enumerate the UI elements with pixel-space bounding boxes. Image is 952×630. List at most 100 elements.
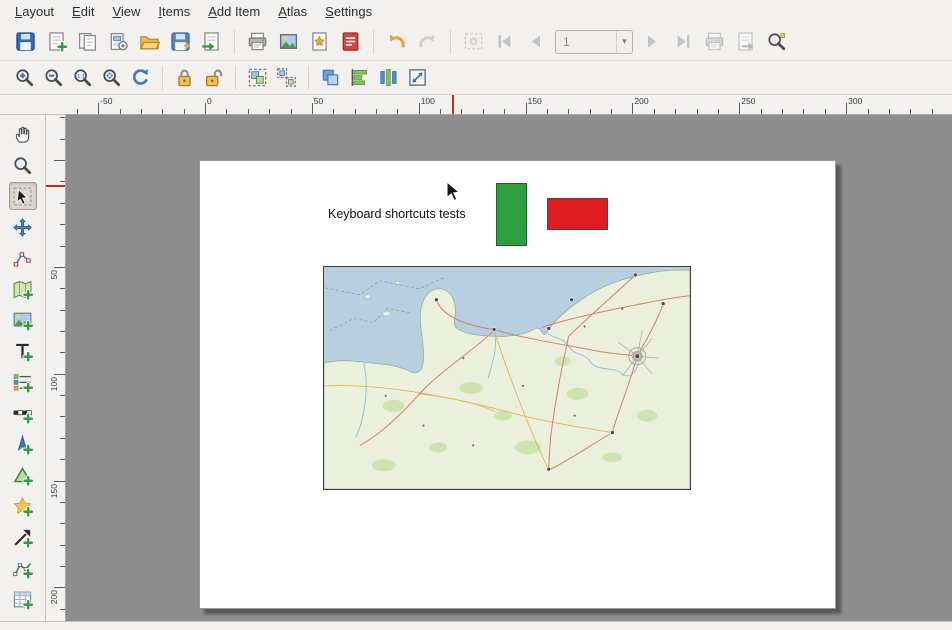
- ruler-tick: [60, 224, 65, 225]
- atlas-prev-icon: [525, 31, 546, 52]
- select-move-item-button[interactable]: [9, 182, 37, 210]
- add-scalebar-button[interactable]: [9, 399, 37, 427]
- print-button[interactable]: [243, 27, 272, 56]
- pan-layout-button[interactable]: [9, 120, 37, 148]
- zoom-actual-button[interactable]: 1:1: [69, 64, 96, 91]
- atlas-settings-button[interactable]: [762, 27, 791, 56]
- ruler-tick: [120, 109, 121, 114]
- save-as-template-button[interactable]: [166, 27, 195, 56]
- layout-manager-button[interactable]: [104, 27, 133, 56]
- menu-view[interactable]: View: [103, 1, 149, 22]
- save-project-button[interactable]: [11, 27, 40, 56]
- toolbar-separator: [450, 30, 451, 54]
- cursor-position-marker: [452, 95, 454, 114]
- atlas-page-spinbox: 1▾: [555, 30, 633, 54]
- map-france-northwest: [324, 267, 690, 489]
- menu-settings[interactable]: Settings: [316, 1, 381, 22]
- ruler-label: 100: [49, 377, 59, 391]
- unlock-all-items-button[interactable]: [200, 64, 227, 91]
- zoom-full-button[interactable]: [98, 64, 125, 91]
- ruler-tick: [60, 416, 65, 417]
- add-arrow-icon: [12, 527, 33, 548]
- ruler-tick: [248, 109, 249, 114]
- export-image-icon: [278, 31, 299, 52]
- ruler-tick: [54, 587, 65, 588]
- zoom-out-button[interactable]: [40, 64, 67, 91]
- print-atlas-button: [700, 27, 729, 56]
- export-pdf-button[interactable]: [336, 27, 365, 56]
- zoom-tool-button[interactable]: [9, 151, 37, 179]
- zoom-tool-icon: [12, 155, 33, 176]
- add-node-item-button[interactable]: [9, 554, 37, 582]
- add-items-from-template-button[interactable]: [197, 27, 226, 56]
- ruler-tick: [205, 103, 206, 114]
- menu-atlas[interactable]: Atlas: [269, 1, 316, 22]
- undo-button[interactable]: [382, 27, 411, 56]
- menu-bar: LayoutEditViewItemsAdd ItemAtlasSettings: [0, 0, 952, 23]
- add-map-button[interactable]: [9, 275, 37, 303]
- add-marker-button[interactable]: [9, 492, 37, 520]
- raise-selected-items-button[interactable]: [317, 64, 344, 91]
- ruler-tick: [60, 438, 65, 439]
- redo-icon: [417, 31, 438, 52]
- group-items-icon: [247, 67, 268, 88]
- menu-layout[interactable]: Layout: [6, 1, 63, 22]
- ruler-tick: [590, 109, 591, 114]
- ungroup-items-icon: [276, 67, 297, 88]
- ruler-tick: [803, 109, 804, 114]
- duplicate-layout-button[interactable]: [73, 27, 102, 56]
- layout-canvas[interactable]: Keyboard shortcuts tests: [66, 115, 952, 621]
- add-attribute-table-button[interactable]: [9, 585, 37, 613]
- qgis-print-layout-window: LayoutEditViewItemsAdd ItemAtlasSettings…: [0, 0, 952, 630]
- refresh-view-button[interactable]: [127, 64, 154, 91]
- add-attribute-table-icon: [12, 589, 33, 610]
- ruler-tick: [440, 109, 441, 114]
- lock-selected-items-button[interactable]: [171, 64, 198, 91]
- edit-nodes-item-button[interactable]: [9, 244, 37, 272]
- add-north-arrow-button[interactable]: [9, 430, 37, 458]
- menu-edit[interactable]: Edit: [63, 1, 103, 22]
- ruler-tick: [60, 545, 65, 546]
- layout-page[interactable]: Keyboard shortcuts tests: [199, 160, 836, 609]
- workspace: -50050100150200250300 50100150200 Keyboa…: [0, 95, 952, 630]
- refresh-view-icon: [130, 67, 151, 88]
- atlas-first-icon: [494, 31, 515, 52]
- ruler-tick: [889, 109, 890, 114]
- add-marker-icon: [12, 496, 33, 517]
- menu-items[interactable]: Items: [149, 1, 199, 22]
- export-image-button[interactable]: [274, 27, 303, 56]
- ruler-tick: [60, 566, 65, 567]
- group-items-button[interactable]: [244, 64, 271, 91]
- map-item[interactable]: [323, 266, 691, 490]
- distribute-selected-items-button[interactable]: [375, 64, 402, 91]
- label-item[interactable]: Keyboard shortcuts tests: [328, 207, 466, 221]
- ruler-tick: [60, 523, 65, 524]
- new-layout-button[interactable]: [42, 27, 71, 56]
- green-rectangle-item[interactable]: [496, 183, 527, 246]
- export-svg-icon: [309, 31, 330, 52]
- add-picture-button[interactable]: [9, 306, 37, 334]
- ruler-tick: [60, 502, 65, 503]
- export-svg-button[interactable]: [305, 27, 334, 56]
- add-label-button[interactable]: [9, 337, 37, 365]
- move-item-content-button[interactable]: [9, 213, 37, 241]
- ruler-tick: [226, 109, 227, 114]
- add-shape-button[interactable]: [9, 461, 37, 489]
- zoom-in-button[interactable]: [11, 64, 38, 91]
- add-legend-button[interactable]: [9, 368, 37, 396]
- ruler-label: 200: [634, 96, 648, 106]
- toolbar-separator: [373, 30, 374, 54]
- status-bar: [0, 621, 952, 630]
- menu-add-item[interactable]: Add Item: [199, 1, 269, 22]
- open-template-button[interactable]: [135, 27, 164, 56]
- add-arrow-button[interactable]: [9, 523, 37, 551]
- align-selected-items-button[interactable]: [346, 64, 373, 91]
- ruler-tick: [333, 109, 334, 114]
- ungroup-items-button[interactable]: [273, 64, 300, 91]
- ruler-tick: [60, 395, 65, 396]
- red-rectangle-item[interactable]: [547, 198, 608, 230]
- ruler-tick: [782, 109, 783, 114]
- atlas-next-button: [638, 27, 667, 56]
- ruler-tick: [54, 374, 65, 375]
- resize-selected-items-button[interactable]: [404, 64, 431, 91]
